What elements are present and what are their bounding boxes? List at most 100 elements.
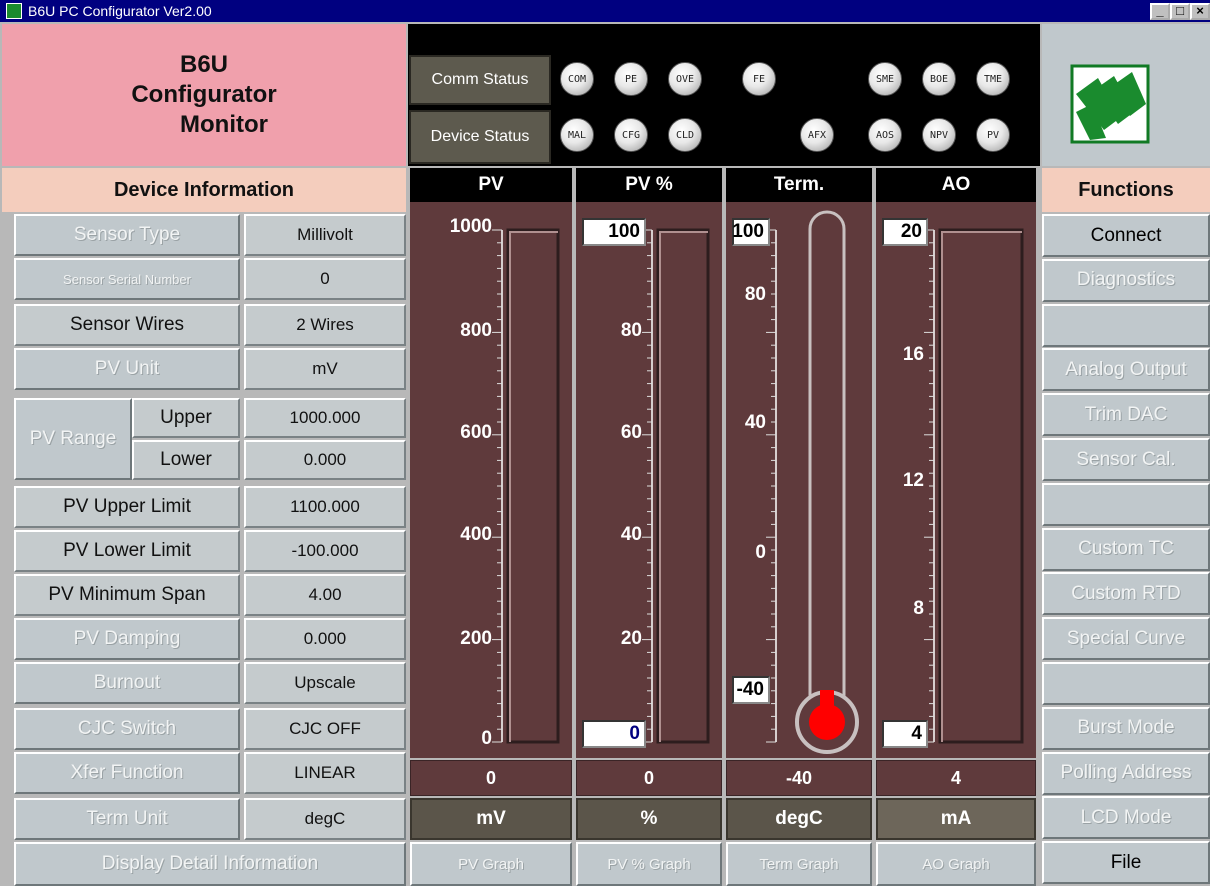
close-button[interactable]: ×: [1190, 3, 1210, 20]
app-title-line2: Configurator: [131, 81, 277, 108]
pv-tick-label: 600: [460, 422, 492, 443]
term-readout: -40: [726, 760, 872, 796]
pv-percent-max-input[interactable]: 100: [582, 218, 646, 246]
term-unit: degC: [726, 798, 872, 840]
burnout-label[interactable]: Burnout: [14, 662, 240, 704]
pv-percent-graph-button[interactable]: PV % Graph: [576, 842, 722, 886]
term-min-input[interactable]: -40: [732, 676, 770, 704]
function-custom-tc-button[interactable]: Custom TC: [1042, 527, 1210, 571]
device-status-led-aos: AOS: [868, 118, 902, 152]
pv-tick-label: 1000: [449, 216, 492, 237]
comm-status-label: Comm Status: [409, 55, 551, 105]
sensor-wires-label: Sensor Wires: [14, 304, 240, 346]
term-unit-value: degC: [244, 798, 406, 840]
pv-percent-min-input[interactable]: 0: [582, 720, 646, 748]
comm-status-led-ove: OVE: [668, 62, 702, 96]
pv-graph-button[interactable]: PV Graph: [410, 842, 572, 886]
app-title-line1: B6U: [179, 51, 228, 78]
pv-percent-tick-label: 60: [620, 422, 642, 443]
functions-header: Functions: [1042, 168, 1210, 212]
function-analog-output-button[interactable]: Analog Output: [1042, 348, 1210, 392]
display-detail-button[interactable]: Display Detail Information: [14, 842, 406, 886]
comm-status-led-tme: TME: [976, 62, 1010, 96]
function-blank-button[interactable]: [1042, 482, 1210, 526]
device-info-header: Device Information: [2, 168, 406, 212]
title-bar[interactable]: B6U PC Configurator Ver2.00 _ □ ×: [0, 0, 1210, 22]
cjc-switch-value: CJC OFF: [244, 708, 406, 750]
cjc-switch-label[interactable]: CJC Switch: [14, 708, 240, 750]
function-file-button[interactable]: File: [1042, 841, 1210, 885]
maximize-button[interactable]: □: [1170, 3, 1190, 20]
pv-tick-label: 400: [460, 524, 492, 545]
ao-readout: 4: [876, 760, 1036, 796]
sensor-serial-number-value: 0: [244, 258, 406, 300]
function-lcd-mode-button[interactable]: LCD Mode: [1042, 796, 1210, 840]
pv-percent-gauge-title: PV %: [576, 168, 722, 202]
app-icon: [6, 3, 22, 19]
pv-unit-label[interactable]: PV Unit: [14, 348, 240, 390]
comm-status-led-com: COM: [560, 62, 594, 96]
ao-bar-tube: [938, 228, 1024, 744]
term-graph-button[interactable]: Term Graph: [726, 842, 872, 886]
pv-percent-unit: %: [576, 798, 722, 840]
term-tick-label: 40: [744, 412, 766, 433]
ao-min-input[interactable]: 4: [882, 720, 928, 748]
pv-unit: mV: [410, 798, 572, 840]
comm-status-led-boe: BOE: [922, 62, 956, 96]
pv-tick-label: 0: [481, 728, 492, 749]
function-polling-address-button[interactable]: Polling Address: [1042, 751, 1210, 795]
pv-bar-tube: [506, 228, 560, 744]
pv-percent-bar-tube: [656, 228, 710, 744]
function-trim-dac-button[interactable]: Trim DAC: [1042, 393, 1210, 437]
term-unit-label[interactable]: Term Unit: [14, 798, 240, 840]
function-burst-mode-button[interactable]: Burst Mode: [1042, 706, 1210, 750]
sensor-type-label[interactable]: Sensor Type: [14, 214, 240, 256]
pv-percent-readout: 0: [576, 760, 722, 796]
device-status-led-cld: CLD: [668, 118, 702, 152]
sensor-type-value: Millivolt: [244, 214, 406, 256]
minimize-button[interactable]: _: [1150, 3, 1170, 20]
device-status-led-afx: AFX: [800, 118, 834, 152]
pv-range-lower-label: Lower: [132, 440, 240, 480]
function-connect-button[interactable]: Connect: [1042, 214, 1210, 257]
pv-minimum-span-label: PV Minimum Span: [14, 574, 240, 616]
pv-unit-value: mV: [244, 348, 406, 390]
pv-percent-tick-label: 20: [620, 628, 642, 649]
function-diagnostics-button[interactable]: Diagnostics: [1042, 258, 1210, 302]
device-status-led-mal: MAL: [560, 118, 594, 152]
ao-graph-button[interactable]: AO Graph: [876, 842, 1036, 886]
pv-gauge-title: PV: [410, 168, 572, 202]
pv-upper-limit-label: PV Upper Limit: [14, 486, 240, 528]
pv-percent-tick-label: 80: [620, 320, 642, 341]
pv-tick-label: 200: [460, 628, 492, 649]
ao-tick-label: 12: [902, 470, 924, 491]
function-custom-rtd-button[interactable]: Custom RTD: [1042, 572, 1210, 616]
pv-range-lower-value: 0.000: [244, 440, 406, 480]
pv-range-upper-value: 1000.000: [244, 398, 406, 438]
sensor-serial-number-label[interactable]: Sensor Serial Number: [14, 258, 240, 300]
pv-range-button[interactable]: PV Range: [14, 398, 132, 480]
pv-gauge-scale: [492, 228, 560, 744]
burnout-value: Upscale: [244, 662, 406, 704]
term-max-input[interactable]: 100: [732, 218, 770, 246]
pv-damping-label[interactable]: PV Damping: [14, 618, 240, 660]
pv-lower-limit-label: PV Lower Limit: [14, 530, 240, 572]
function-sensor-cal--button[interactable]: Sensor Cal.: [1042, 438, 1210, 481]
function-special-curve-button[interactable]: Special Curve: [1042, 617, 1210, 661]
device-status-led-pv: PV: [976, 118, 1010, 152]
app-title-line3: Monitor: [180, 111, 268, 138]
term-thermometer-mercury: [820, 690, 834, 714]
ao-tick-label: 16: [902, 344, 924, 365]
pv-tick-label: 800: [460, 320, 492, 341]
function-blank-button[interactable]: [1042, 303, 1210, 347]
ao-unit: mA: [876, 798, 1036, 840]
ao-max-input[interactable]: 20: [882, 218, 928, 246]
device-status-label: Device Status: [409, 110, 551, 164]
device-status-led-npv: NPV: [922, 118, 956, 152]
device-status-led-cfg: CFG: [614, 118, 648, 152]
xfer-function-label[interactable]: Xfer Function: [14, 752, 240, 794]
comm-status-led-pe: PE: [614, 62, 648, 96]
pv-percent-gauge-scale: [642, 228, 710, 744]
ao-gauge-title: AO: [876, 168, 1036, 202]
function-blank-button[interactable]: [1042, 662, 1210, 705]
